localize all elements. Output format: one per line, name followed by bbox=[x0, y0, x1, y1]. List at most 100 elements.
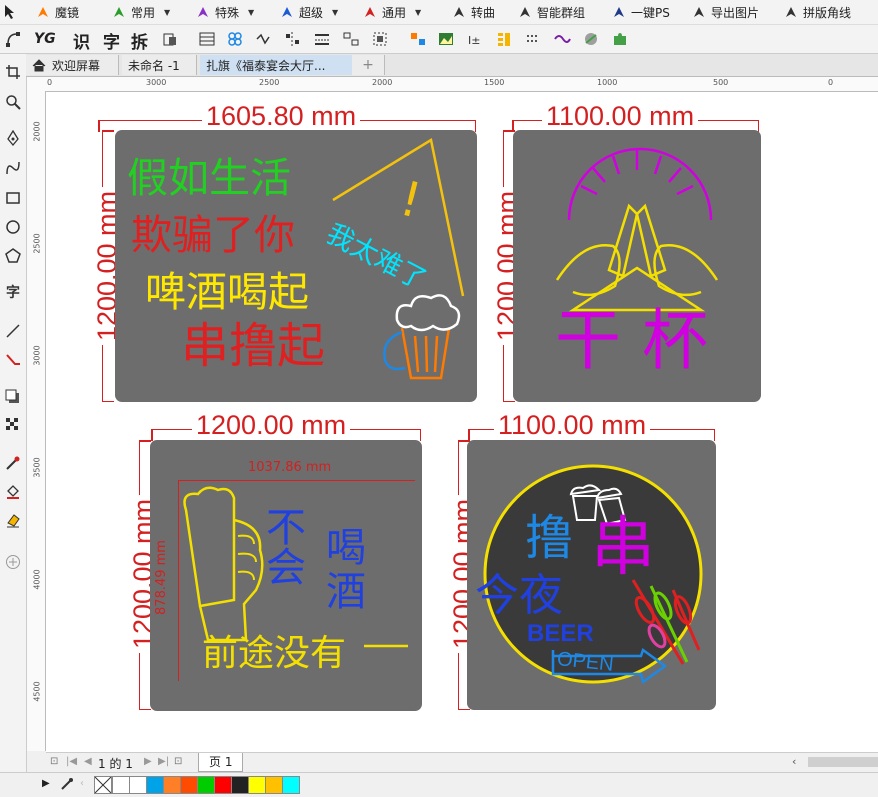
next-page-icon[interactable]: ▶ bbox=[144, 756, 152, 767]
arrange-icon[interactable] bbox=[341, 29, 361, 49]
toolbar-item-8[interactable]: 导出图片 bbox=[692, 2, 759, 22]
color-swatch[interactable] bbox=[197, 776, 215, 794]
yg-logo[interactable]: YG bbox=[34, 31, 56, 47]
toolbar-item-1[interactable]: 常用 ▼ bbox=[112, 2, 170, 22]
sphere-icon[interactable] bbox=[581, 29, 601, 49]
palette-scroll-icon[interactable]: ‹ bbox=[80, 778, 84, 789]
toolbar-item-5[interactable]: 转曲 bbox=[452, 2, 495, 22]
split-button[interactable]: 拆 bbox=[131, 28, 148, 53]
toolbar-item-6[interactable]: 智能群组 bbox=[518, 2, 585, 22]
color-swatch[interactable] bbox=[112, 776, 130, 794]
add-tool-icon[interactable] bbox=[3, 552, 23, 572]
photoshop-icon bbox=[612, 5, 626, 19]
bounding-icon[interactable] bbox=[370, 29, 390, 49]
first-page-icon[interactable]: ⊡ bbox=[50, 756, 58, 767]
prev-first-icon[interactable]: |◀ bbox=[66, 756, 77, 767]
vertical-ruler[interactable]: 2000 2500 3000 3500 4000 4500 bbox=[27, 91, 46, 751]
clipboard-icon[interactable] bbox=[160, 29, 180, 49]
curve-tool-icon[interactable] bbox=[3, 158, 23, 178]
eraser-tool-icon[interactable] bbox=[3, 510, 23, 530]
transparency-tool-icon[interactable] bbox=[3, 415, 23, 435]
eyedropper-icon[interactable] bbox=[60, 777, 74, 794]
puzzle-icon[interactable] bbox=[610, 29, 630, 49]
select-arrow-icon[interactable] bbox=[4, 2, 16, 22]
chevron-down-icon[interactable]: ▼ bbox=[415, 8, 421, 17]
color-swatch[interactable] bbox=[163, 776, 181, 794]
no-color-swatch[interactable] bbox=[94, 776, 112, 794]
chevron-down-icon[interactable]: ▼ bbox=[332, 8, 338, 17]
toolbar-item-7[interactable]: 一键PS bbox=[612, 2, 670, 22]
ruler-label: 2000 bbox=[372, 78, 393, 87]
color-swatch[interactable] bbox=[248, 776, 266, 794]
palette-menu-icon[interactable]: ▶ bbox=[42, 778, 50, 789]
drawing-canvas[interactable]: 1605.80 mm 1200.00 mm 假如生活 欺骗了你 啤酒喝起 串撸起… bbox=[46, 92, 878, 752]
page-tab[interactable]: 页 1 bbox=[198, 753, 244, 772]
board-1[interactable]: 假如生活 欺骗了你 啤酒喝起 串撸起 我太难了 ! bbox=[115, 130, 477, 402]
toolbar-item-label: 转曲 bbox=[471, 5, 496, 20]
eyedropper-tool-icon[interactable] bbox=[3, 453, 23, 473]
scroll-left-icon[interactable]: ‹ bbox=[792, 755, 806, 769]
text-tool-icon[interactable]: 字 bbox=[3, 282, 23, 302]
color-swatch[interactable] bbox=[265, 776, 283, 794]
font-button[interactable]: 字 bbox=[103, 28, 120, 53]
toolbar-item-0[interactable]: 魔镜 bbox=[36, 2, 79, 22]
ruler-label: 3000 bbox=[146, 78, 167, 87]
color-swatch[interactable] bbox=[282, 776, 300, 794]
neon-line-2: 欺骗了你 bbox=[131, 211, 295, 259]
shadow-tool-icon[interactable] bbox=[3, 387, 23, 407]
board-4[interactable]: 撸 串 今夜 BEER OPEN bbox=[467, 440, 716, 710]
text-align-icon[interactable]: I± bbox=[465, 29, 485, 49]
last-page-icon[interactable]: ▶| bbox=[158, 756, 169, 767]
neon-beer: BEER bbox=[527, 620, 594, 647]
wave-icon[interactable] bbox=[254, 29, 274, 49]
connector-tool-icon[interactable] bbox=[3, 350, 23, 370]
color-swatch[interactable] bbox=[129, 776, 147, 794]
color-swatch[interactable] bbox=[146, 776, 164, 794]
neon-bottom-line: 前途没有 bbox=[202, 633, 347, 674]
zoom-tool-icon[interactable] bbox=[3, 92, 23, 112]
horizontal-scrollbar[interactable] bbox=[808, 757, 878, 767]
pen-icon bbox=[363, 5, 377, 19]
line-tool-icon[interactable] bbox=[3, 321, 23, 341]
toolbar-item-2[interactable]: 特殊 ▼ bbox=[196, 2, 254, 22]
toolbar-item-9[interactable]: 拼版角线 bbox=[784, 2, 851, 22]
align-icon[interactable] bbox=[408, 29, 428, 49]
color-swatch[interactable] bbox=[180, 776, 198, 794]
list-icon[interactable] bbox=[494, 29, 514, 49]
chain-icon[interactable] bbox=[552, 29, 572, 49]
color-swatch[interactable] bbox=[214, 776, 232, 794]
board-2[interactable]: 干 杯 bbox=[513, 130, 761, 402]
tab-active-document[interactable]: 扎旗《福泰宴会大厅... bbox=[200, 55, 359, 75]
rectangle-tool-icon[interactable] bbox=[3, 188, 23, 208]
lines-icon[interactable] bbox=[312, 29, 332, 49]
new-tab-button[interactable]: + bbox=[352, 55, 385, 75]
svg-text:I±: I± bbox=[468, 34, 480, 47]
recognize-button[interactable]: 识 bbox=[73, 28, 90, 53]
ellipse-tool-icon[interactable] bbox=[3, 217, 23, 237]
pattern-icon[interactable] bbox=[225, 29, 245, 49]
distribute-icon[interactable] bbox=[283, 29, 303, 49]
picture-frame-icon[interactable] bbox=[436, 29, 456, 49]
image-export-icon bbox=[692, 5, 706, 19]
toolbar-item-4[interactable]: 通用 ▼ bbox=[363, 2, 421, 22]
crop-tool-icon[interactable] bbox=[3, 62, 23, 82]
toolbar-item-3[interactable]: 超级 ▼ bbox=[280, 2, 338, 22]
polygon-tool-icon[interactable] bbox=[3, 246, 23, 266]
chevron-down-icon[interactable]: ▼ bbox=[164, 8, 170, 17]
board3-width-label: 1200.00 mm bbox=[192, 411, 351, 439]
add-page-icon[interactable]: ⊡ bbox=[174, 756, 182, 767]
board-3[interactable]: 1037.86 mm 878.49 mm 不 会 喝 酒 前途没有 bbox=[150, 440, 422, 711]
prev-page-icon[interactable]: ◀ bbox=[84, 756, 92, 767]
fill-tool-icon[interactable] bbox=[3, 482, 23, 502]
ruler-label: 4000 bbox=[32, 569, 42, 590]
page-navigation-bar: ⊡ |◀ ◀ 1 的 1 ▶ ▶| ⊡ 页 1 ‹ bbox=[46, 752, 878, 773]
grid-dots-icon[interactable] bbox=[523, 29, 543, 49]
tab-welcome[interactable]: 欢迎屏幕 bbox=[26, 55, 119, 75]
table-icon[interactable] bbox=[197, 29, 217, 49]
horizontal-ruler[interactable]: 0 3000 2500 2000 1500 1000 500 0 bbox=[27, 77, 878, 92]
color-swatch[interactable] bbox=[231, 776, 249, 794]
node-tool-icon[interactable] bbox=[4, 29, 24, 49]
chevron-down-icon[interactable]: ▼ bbox=[248, 8, 254, 17]
tab-untitled[interactable]: 未命名 -1 bbox=[122, 55, 197, 75]
pen-tool-icon[interactable] bbox=[3, 128, 23, 148]
